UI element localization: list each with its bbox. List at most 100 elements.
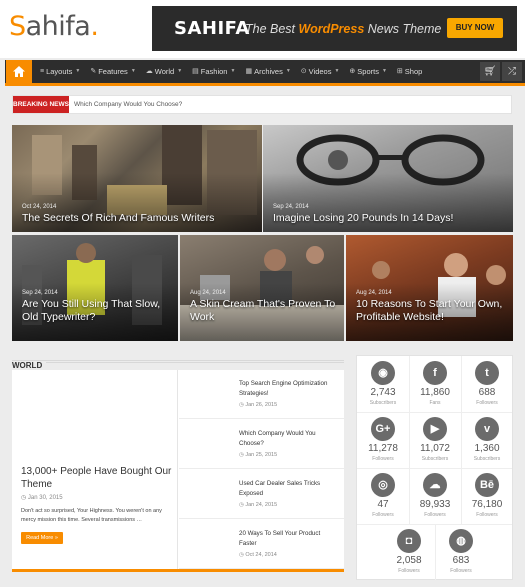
social-item-twitter[interactable]: t 688 Followers: [461, 356, 513, 412]
social-count: 11,072: [420, 443, 450, 454]
social-label: Followers: [476, 400, 498, 406]
facebook-icon: f: [423, 361, 447, 385]
home-button[interactable]: [6, 60, 32, 83]
social-item-behance[interactable]: Bē 76,180 Followers: [461, 468, 513, 524]
breaking-news-label: Breaking News: [13, 96, 69, 113]
banner-tagline: The Best WordPress News Theme: [245, 22, 442, 36]
social-count: 1,360: [474, 443, 500, 454]
chevron-down-icon: ▼: [75, 68, 81, 74]
nav-icon: ▦: [245, 68, 253, 75]
post-title[interactable]: Top Search Engine Optimization Strategie…: [239, 379, 339, 399]
social-label: Followers: [424, 512, 446, 518]
header-banner-ad[interactable]: SAHIFA The Best WordPress News Theme BUY…: [152, 6, 517, 51]
nav-label: Shop: [404, 67, 423, 76]
behance-icon: Bē: [475, 473, 499, 497]
social-count: 2,743: [370, 387, 396, 398]
slider-date: Oct 24, 2014: [22, 204, 57, 210]
twitter-icon: t: [475, 361, 499, 385]
buy-now-button[interactable]: BUY NOW: [447, 18, 503, 38]
logo-text: ahifa: [25, 11, 91, 42]
nav-item-features[interactable]: ✎ Features ▼: [85, 60, 140, 83]
nav-icon: ⊞: [396, 68, 403, 75]
post-thumbnail[interactable]: [181, 373, 231, 416]
slider-date: Sep 24, 2014: [273, 204, 309, 210]
social-label: Followers: [398, 568, 420, 574]
googleplus-icon: G+: [371, 417, 395, 441]
list-item: 20 Ways To Sell Your Product Faster ◷ Oct…: [179, 520, 344, 569]
post-date: ◷ Oct 24, 2014: [239, 552, 277, 558]
slider-tile-3[interactable]: Sep 24, 2014 Are You Still Using That Sl…: [12, 235, 178, 341]
slider-title[interactable]: A Skin Cream That's Proven To Work: [190, 298, 336, 324]
post-title[interactable]: Which Company Would You Choose?: [239, 429, 339, 449]
list-item: Top Search Engine Optimization Strategie…: [179, 370, 344, 419]
instagram-icon: ◘: [397, 529, 421, 553]
social-count: 47: [377, 499, 389, 510]
post-title[interactable]: 20 Ways To Sell Your Product Faster: [239, 529, 339, 549]
main-navigation: ≡ Layouts ▼ ✎ Features ▼ ☁ World ▼ ▤ Fashion ▼ ▦ Arch…: [5, 60, 525, 86]
slider-title[interactable]: 10 Reasons To Start Your Own, Profitable…: [356, 298, 505, 324]
social-item-facebook[interactable]: f 11,860 Fans: [409, 356, 461, 412]
chevron-down-icon: ▼: [177, 68, 183, 74]
nav-label: Videos: [308, 67, 332, 76]
cart-button[interactable]: 🛒︎: [480, 62, 500, 81]
slider-date: Aug 24, 2014: [190, 290, 226, 296]
chevron-down-icon: ▼: [334, 68, 340, 74]
nav-item-world[interactable]: ☁ World ▼: [141, 60, 187, 83]
list-item: Which Company Would You Choose? ◷ Jan 25,…: [179, 420, 344, 469]
social-item-soundcloud[interactable]: ☁ 89,933 Followers: [409, 468, 461, 524]
nav-icon: ☁: [145, 68, 153, 75]
social-item-youtube[interactable]: ▶ 11,072 Subscribers: [409, 412, 461, 468]
github-icon: ◍: [449, 529, 473, 553]
post-title[interactable]: Used Car Dealer Sales Tricks Exposed: [239, 479, 339, 499]
breaking-news-link[interactable]: Which Company Would You Choose?: [74, 96, 182, 113]
post-date: ◷ Jan 25, 2015: [239, 452, 278, 458]
social-item-vimeo[interactable]: v 1,360 Subscribers: [461, 412, 513, 468]
random-article-button[interactable]: ⤮: [502, 62, 522, 81]
home-icon: [13, 66, 25, 77]
social-count: 76,180: [471, 499, 503, 510]
slider-title[interactable]: Imagine Losing 20 Pounds In 14 Days!: [273, 212, 505, 225]
nav-item-videos[interactable]: ⊙ Videos ▼: [296, 60, 345, 83]
nav-item-archives[interactable]: ▦ Archives ▼: [240, 60, 295, 83]
social-count: 11,860: [420, 387, 450, 398]
world-section-header: World: [12, 355, 344, 370]
soundcloud-icon: ☁: [423, 473, 447, 497]
social-count: 89,933: [419, 499, 451, 510]
slider-tile-2[interactable]: Sep 24, 2014 Imagine Losing 20 Pounds In…: [263, 125, 513, 232]
slider-date: Aug 24, 2014: [356, 290, 392, 296]
slider-title[interactable]: Are You Still Using That Slow, Old Typew…: [22, 298, 170, 324]
social-count: 2,058: [396, 555, 422, 566]
shuffle-icon: ⤮: [508, 66, 516, 77]
social-item-googleplus[interactable]: G+ 11,278 Followers: [357, 412, 409, 468]
read-more-button[interactable]: Read More »: [21, 532, 63, 544]
site-logo[interactable]: Sahifa.: [9, 11, 99, 42]
post-thumbnail[interactable]: [181, 473, 231, 516]
site-header: Sahifa. SAHIFA The Best WordPress News T…: [0, 0, 525, 58]
slider-title[interactable]: The Secrets Of Rich And Famous Writers: [22, 212, 254, 225]
social-item-github[interactable]: ◍ 683 Followers: [435, 524, 487, 580]
nav-icon: ⊙: [300, 68, 307, 75]
nav-item-shop[interactable]: ⊞ Shop: [392, 60, 427, 83]
nav-icon: ≡: [40, 68, 45, 75]
slider-tile-5[interactable]: Aug 24, 2014 10 Reasons To Start Your Ow…: [346, 235, 513, 341]
chevron-down-icon: ▼: [230, 68, 236, 74]
post-thumbnail[interactable]: [181, 423, 231, 466]
social-item-instagram[interactable]: ◘ 2,058 Followers: [383, 524, 435, 580]
vimeo-icon: v: [475, 417, 499, 441]
social-item-dribbble[interactable]: ◎ 47 Followers: [357, 468, 409, 524]
nav-label: Features: [98, 67, 128, 76]
nav-item-layouts[interactable]: ≡ Layouts ▼: [35, 60, 85, 83]
post-thumbnail[interactable]: [181, 523, 231, 566]
featured-post-title[interactable]: 13,000+ People Have Bought Our Theme: [21, 465, 177, 491]
youtube-icon: ▶: [423, 417, 447, 441]
slider-tile-1[interactable]: Oct 24, 2014 The Secrets Of Rich And Fam…: [12, 125, 262, 232]
social-item-rss[interactable]: ◉ 2,743 Subscribers: [357, 356, 409, 412]
nav-item-fashion[interactable]: ▤ Fashion ▼: [187, 60, 240, 83]
section-title[interactable]: World: [12, 361, 47, 370]
nav-label: Fashion: [200, 67, 228, 76]
dribbble-icon: ◎: [371, 473, 395, 497]
nav-item-sports[interactable]: ⊕ Sports ▼: [344, 60, 392, 83]
list-item: Used Car Dealer Sales Tricks Exposed ◷ Ja…: [179, 470, 344, 519]
slider-tile-4[interactable]: Aug 24, 2014 A Skin Cream That's Proven …: [180, 235, 344, 341]
banner-brand: SAHIFA: [174, 18, 250, 39]
